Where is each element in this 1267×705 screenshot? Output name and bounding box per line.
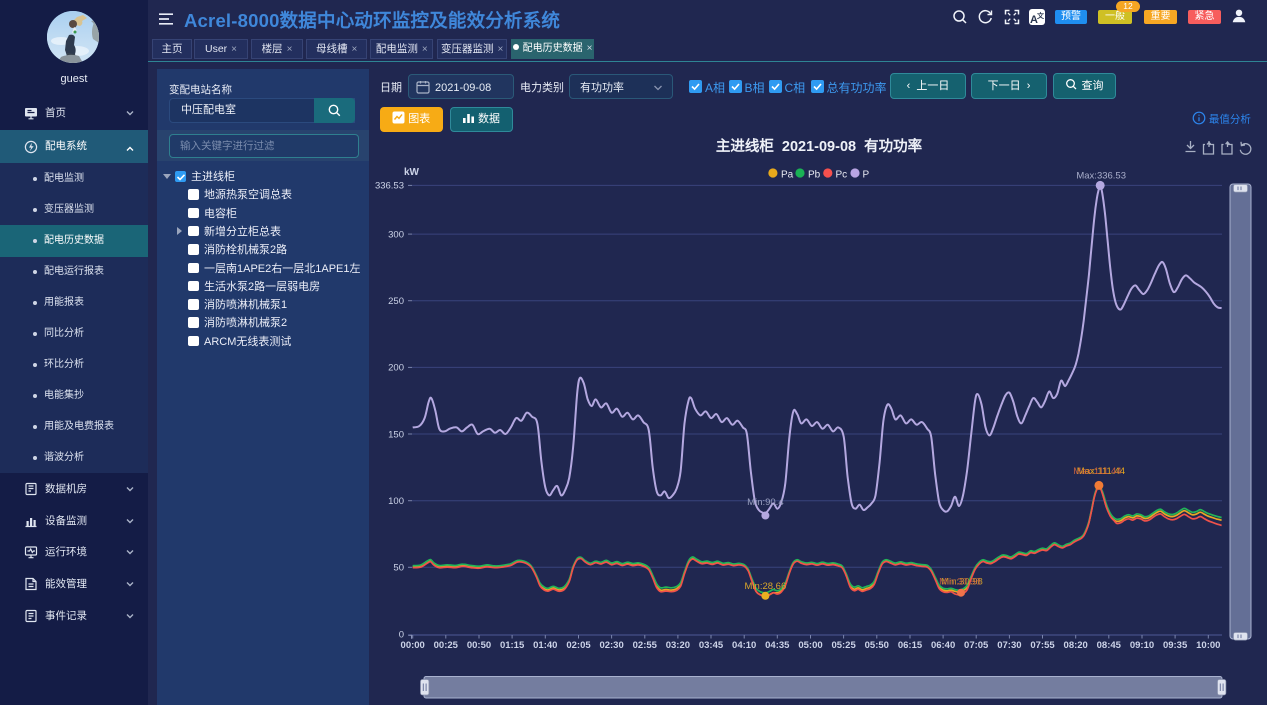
svg-text:09:10: 09:10 — [1130, 640, 1154, 651]
svg-text:Pb: Pb — [808, 170, 821, 181]
svg-text:08:45: 08:45 — [1097, 640, 1122, 651]
svg-text:kW: kW — [404, 167, 420, 178]
svg-text:300: 300 — [388, 229, 404, 240]
svg-text:0: 0 — [399, 629, 404, 640]
svg-text:08:20: 08:20 — [1064, 640, 1088, 651]
svg-text:07:55: 07:55 — [1030, 640, 1055, 651]
svg-text:Pa: Pa — [781, 170, 794, 181]
svg-text:06:40: 06:40 — [931, 640, 955, 651]
svg-text:00:00: 00:00 — [401, 640, 425, 651]
svg-text:04:10: 04:10 — [732, 640, 756, 651]
svg-text:02:05: 02:05 — [566, 640, 591, 651]
svg-text:01:15: 01:15 — [500, 640, 525, 651]
svg-text:05:50: 05:50 — [865, 640, 889, 651]
svg-text:Min:30.98: Min:30.98 — [939, 577, 981, 588]
svg-text:05:25: 05:25 — [831, 640, 856, 651]
svg-text:07:30: 07:30 — [997, 640, 1021, 651]
svg-text:10:00: 10:00 — [1196, 640, 1220, 651]
svg-text:01:40: 01:40 — [533, 640, 557, 651]
svg-text:03:45: 03:45 — [699, 640, 724, 651]
svg-text:150: 150 — [388, 429, 404, 440]
svg-text:00:25: 00:25 — [434, 640, 459, 651]
svg-text:250: 250 — [388, 296, 404, 307]
svg-text:06:15: 06:15 — [898, 640, 923, 651]
svg-text:100: 100 — [388, 496, 404, 507]
svg-text:Min:28.66: Min:28.66 — [745, 581, 787, 592]
svg-text:02:30: 02:30 — [599, 640, 623, 651]
svg-text:336.53: 336.53 — [375, 181, 404, 192]
svg-text:200: 200 — [388, 363, 404, 374]
svg-text:Pc: Pc — [836, 170, 848, 181]
svg-text:05:00: 05:00 — [798, 640, 822, 651]
svg-text:主进线柜 2021-09-08 有功功率: 主进线柜 2021-09-08 有功功率 — [716, 137, 923, 155]
svg-text:P: P — [863, 170, 870, 181]
svg-text:00:50: 00:50 — [467, 640, 491, 651]
svg-text:50: 50 — [393, 563, 404, 574]
svg-text:02:55: 02:55 — [633, 640, 658, 651]
svg-text:Min:90.4: Min:90.4 — [747, 497, 783, 508]
svg-text:Max:336.53: Max:336.53 — [1076, 171, 1126, 182]
svg-text:03:20: 03:20 — [666, 640, 690, 651]
svg-text:04:35: 04:35 — [765, 640, 790, 651]
svg-text:Max:111.44: Max:111.44 — [1073, 466, 1121, 477]
svg-text:07:05: 07:05 — [964, 640, 989, 651]
svg-text:09:35: 09:35 — [1163, 640, 1188, 651]
